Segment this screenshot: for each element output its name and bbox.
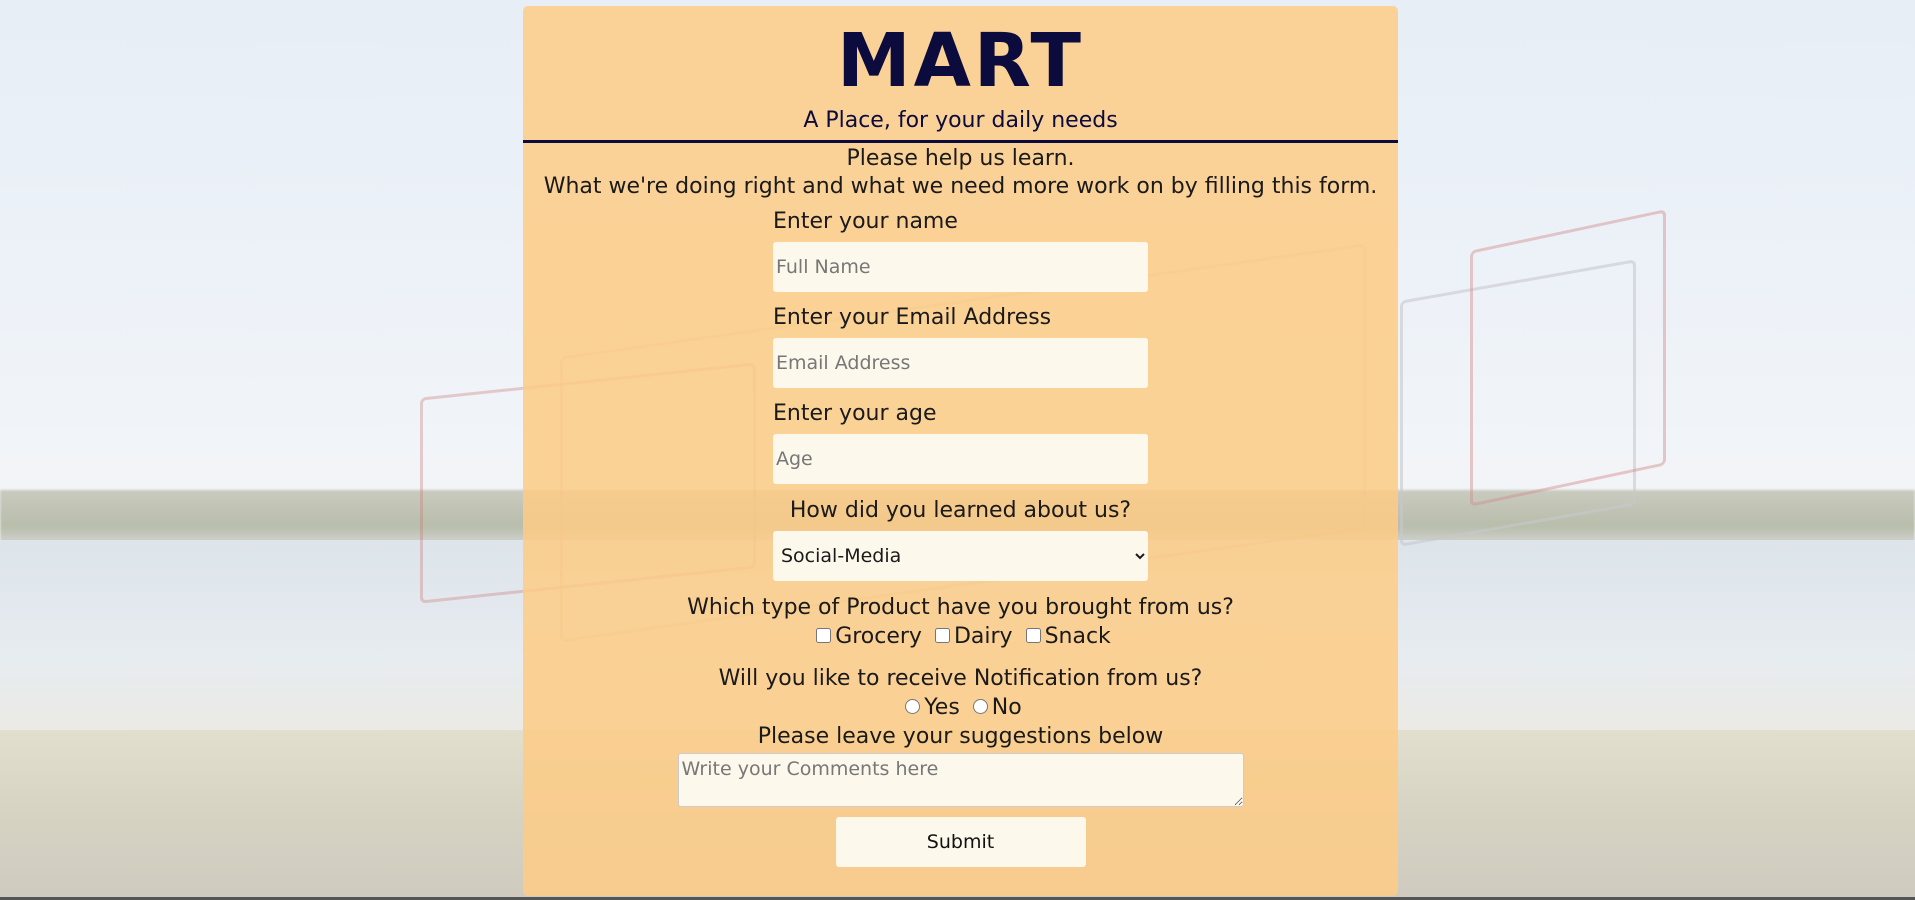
tagline: A Place, for your daily needs xyxy=(803,108,1118,133)
age-label: Enter your age xyxy=(773,401,937,426)
no-radio[interactable] xyxy=(972,698,988,714)
source-label: How did you learned about us? xyxy=(789,498,1132,523)
name-input[interactable] xyxy=(773,242,1148,292)
grocery-label: Grocery xyxy=(835,624,922,649)
no-label: No xyxy=(991,695,1022,720)
name-label: Enter your name xyxy=(773,209,958,234)
grocery-checkbox[interactable] xyxy=(816,627,832,643)
email-input[interactable] xyxy=(773,338,1148,388)
submit-button[interactable]: Submit xyxy=(835,817,1086,867)
yes-radio[interactable] xyxy=(905,698,921,714)
products-checkboxes: Grocery Dairy Snack xyxy=(523,622,1398,652)
survey-form-card: MART A Place, for your daily needs Pleas… xyxy=(523,6,1398,896)
comments-textarea[interactable] xyxy=(677,753,1244,807)
yes-label: Yes xyxy=(924,695,960,720)
intro-line-1: Please help us learn. xyxy=(846,146,1075,171)
background-cart xyxy=(1470,209,1666,507)
page-title: MART xyxy=(836,18,1085,104)
dairy-checkbox[interactable] xyxy=(934,627,950,643)
products-label: Which type of Product have you brought f… xyxy=(687,595,1234,620)
intro-line-2: What we're doing right and what we need … xyxy=(543,174,1378,199)
notification-label: Will you like to receive Notification fr… xyxy=(718,666,1203,691)
dairy-label: Dairy xyxy=(953,624,1013,649)
snack-checkbox[interactable] xyxy=(1025,627,1041,643)
age-field-group: Enter your age xyxy=(773,400,1148,484)
name-field-group: Enter your name xyxy=(773,208,1148,292)
comments-label: Please leave your suggestions below xyxy=(757,724,1164,749)
source-select[interactable]: Social-Media xyxy=(773,531,1148,581)
header-divider xyxy=(523,140,1398,143)
email-field-group: Enter your Email Address xyxy=(773,304,1148,388)
notification-radios: Yes No xyxy=(523,693,1398,723)
snack-label: Snack xyxy=(1044,624,1111,649)
intro-text: Please help us learn. What we're doing r… xyxy=(523,145,1398,201)
email-label: Enter your Email Address xyxy=(773,305,1052,330)
age-input[interactable] xyxy=(773,434,1148,484)
